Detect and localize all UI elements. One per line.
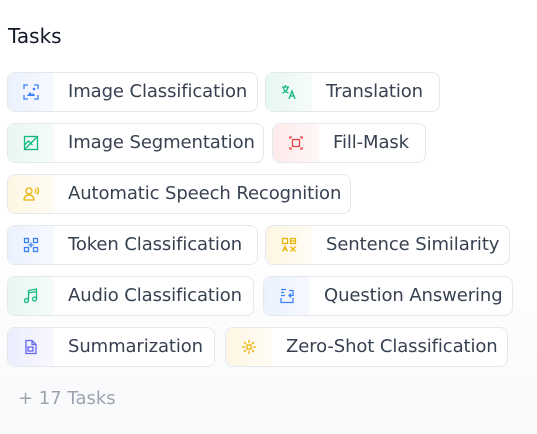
task-label: Image Segmentation <box>68 132 255 153</box>
more-tasks-link[interactable]: + 17 Tasks <box>18 387 116 411</box>
task-chip-token-classification[interactable]: Token Classification <box>7 225 258 265</box>
task-label: Automatic Speech Recognition <box>68 183 342 204</box>
speech-recognition-icon <box>8 175 54 213</box>
summarization-icon <box>8 328 54 366</box>
task-chip-summarization[interactable]: Summarization <box>7 327 215 367</box>
task-chip-fill-mask[interactable]: Fill-Mask <box>272 123 426 163</box>
task-chip-zero-shot-classification[interactable]: Zero-Shot Classification <box>225 327 508 367</box>
task-chip-image-segmentation[interactable]: Image Segmentation <box>7 123 264 163</box>
question-answering-icon <box>264 277 310 315</box>
image-classification-icon <box>8 73 54 111</box>
task-label: Question Answering <box>324 285 503 306</box>
audio-classification-icon <box>8 277 54 315</box>
fill-mask-icon <box>273 124 319 162</box>
image-segmentation-icon <box>8 124 54 162</box>
token-classification-icon <box>8 226 54 264</box>
task-label: Sentence Similarity <box>326 234 500 255</box>
task-label: Image Classification <box>68 81 248 102</box>
task-label: Summarization <box>68 336 203 357</box>
task-chip-image-classification[interactable]: Image Classification <box>7 72 258 112</box>
sentence-similarity-icon <box>266 226 312 264</box>
task-label: Fill-Mask <box>333 132 410 153</box>
zero-shot-classification-icon <box>226 328 272 366</box>
task-label: Zero-Shot Classification <box>286 336 498 357</box>
task-chip-audio-classification[interactable]: Audio Classification <box>7 276 254 316</box>
task-chip-automatic-speech-recognition[interactable]: Automatic Speech Recognition <box>7 174 351 214</box>
task-label: Token Classification <box>68 234 243 255</box>
task-chip-translation[interactable]: Translation <box>265 72 440 112</box>
task-chip-sentence-similarity[interactable]: Sentence Similarity <box>265 225 510 265</box>
task-label: Audio Classification <box>68 285 242 306</box>
section-title: Tasks <box>8 24 62 48</box>
task-label: Translation <box>326 81 423 102</box>
task-chip-question-answering[interactable]: Question Answering <box>263 276 513 316</box>
translation-icon <box>266 73 312 111</box>
